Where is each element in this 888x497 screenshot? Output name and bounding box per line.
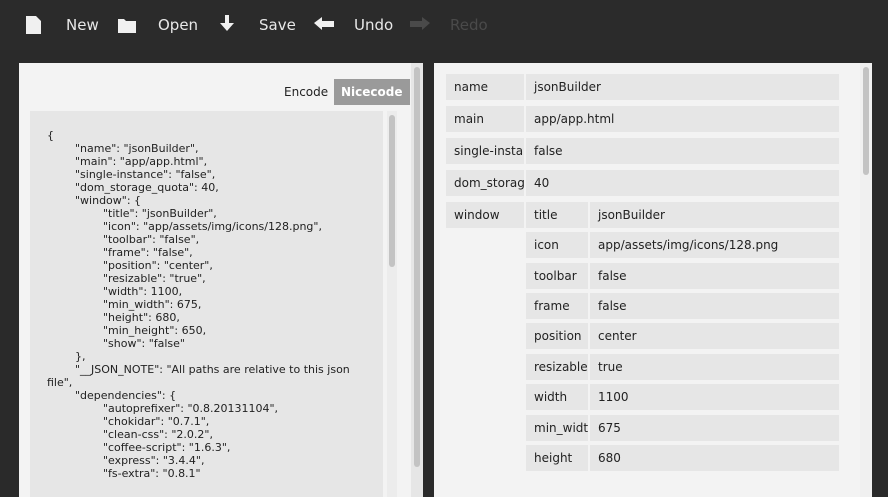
tree-value-dom-storage-quota[interactable]: 40 bbox=[526, 170, 839, 196]
json-code-panel: Encode Nicecode { "name": "jsonBuilder",… bbox=[19, 63, 411, 497]
tree-value-window-title[interactable]: jsonBuilder bbox=[590, 202, 839, 228]
new-button[interactable]: New bbox=[26, 12, 99, 38]
tree-key-window-position: position bbox=[526, 323, 588, 349]
tree-key-name: name bbox=[446, 74, 524, 100]
json-code-text[interactable]: { "name": "jsonBuilder", "main": "app/ap… bbox=[30, 111, 367, 480]
tree-value-window-position[interactable]: center bbox=[590, 323, 839, 349]
save-button[interactable]: Save bbox=[219, 12, 296, 38]
left-panel-scrollbar-thumb[interactable] bbox=[414, 67, 420, 467]
json-code-editor[interactable]: { "name": "jsonBuilder", "main": "app/ap… bbox=[30, 111, 383, 497]
tree-value-window-min-width[interactable]: 675 bbox=[590, 415, 839, 441]
redo-button[interactable]: Redo bbox=[410, 12, 488, 38]
new-file-icon bbox=[26, 15, 46, 35]
tree-key-window-height: height bbox=[526, 445, 588, 471]
open-button[interactable]: Open bbox=[118, 12, 198, 38]
undo-button[interactable]: Undo bbox=[314, 12, 393, 38]
redo-label: Redo bbox=[450, 16, 488, 34]
folder-icon bbox=[118, 15, 138, 35]
code-scrollbar-thumb[interactable] bbox=[389, 115, 395, 267]
tree-key-window-title: title bbox=[526, 202, 588, 228]
download-arrow-icon bbox=[219, 15, 239, 35]
tree-value-name[interactable]: jsonBuilder bbox=[526, 74, 839, 100]
redo-arrow-icon bbox=[410, 15, 430, 35]
tree-value-main[interactable]: app/app.html bbox=[526, 106, 839, 132]
new-label: New bbox=[66, 16, 99, 34]
tree-key-window-toolbar: toolbar bbox=[526, 263, 588, 289]
tree-value-single-instance[interactable]: false bbox=[526, 138, 839, 164]
undo-label: Undo bbox=[354, 16, 394, 34]
tree-key-window: window bbox=[446, 202, 524, 228]
code-scrollbar[interactable] bbox=[387, 111, 397, 497]
nicecode-button[interactable]: Nicecode bbox=[334, 79, 410, 105]
tree-key-window-min-width: min_width bbox=[526, 415, 588, 441]
tree-key-dom-storage-quota: dom_storage_quota bbox=[446, 170, 524, 196]
undo-arrow-icon bbox=[314, 15, 334, 35]
open-label: Open bbox=[158, 16, 199, 34]
tree-key-window-frame: frame bbox=[526, 293, 588, 319]
tree-scrollbar-thumb[interactable] bbox=[863, 67, 869, 175]
tree-key-main: main bbox=[446, 106, 524, 132]
save-label: Save bbox=[259, 16, 296, 34]
tree-value-window-width[interactable]: 1100 bbox=[590, 384, 839, 410]
tree-key-window-width: width bbox=[526, 384, 588, 410]
tree-value-window-resizable[interactable]: true bbox=[590, 354, 839, 380]
tree-key-window-icon: icon bbox=[526, 232, 588, 258]
toolbar: New Open Save Undo Redo bbox=[0, 0, 888, 50]
tree-scrollbar[interactable] bbox=[860, 63, 872, 497]
left-panel-scrollbar[interactable] bbox=[411, 63, 423, 497]
tree-value-window-height[interactable]: 680 bbox=[590, 445, 839, 471]
encode-button[interactable]: Encode bbox=[277, 79, 335, 105]
tree-key-single-instance: single-instance bbox=[446, 138, 524, 164]
tree-value-window-frame[interactable]: false bbox=[590, 293, 839, 319]
tree-value-window-icon[interactable]: app/assets/img/icons/128.png bbox=[590, 232, 839, 258]
tree-key-window-resizable: resizable bbox=[526, 354, 588, 380]
tree-value-window-toolbar[interactable]: false bbox=[590, 263, 839, 289]
